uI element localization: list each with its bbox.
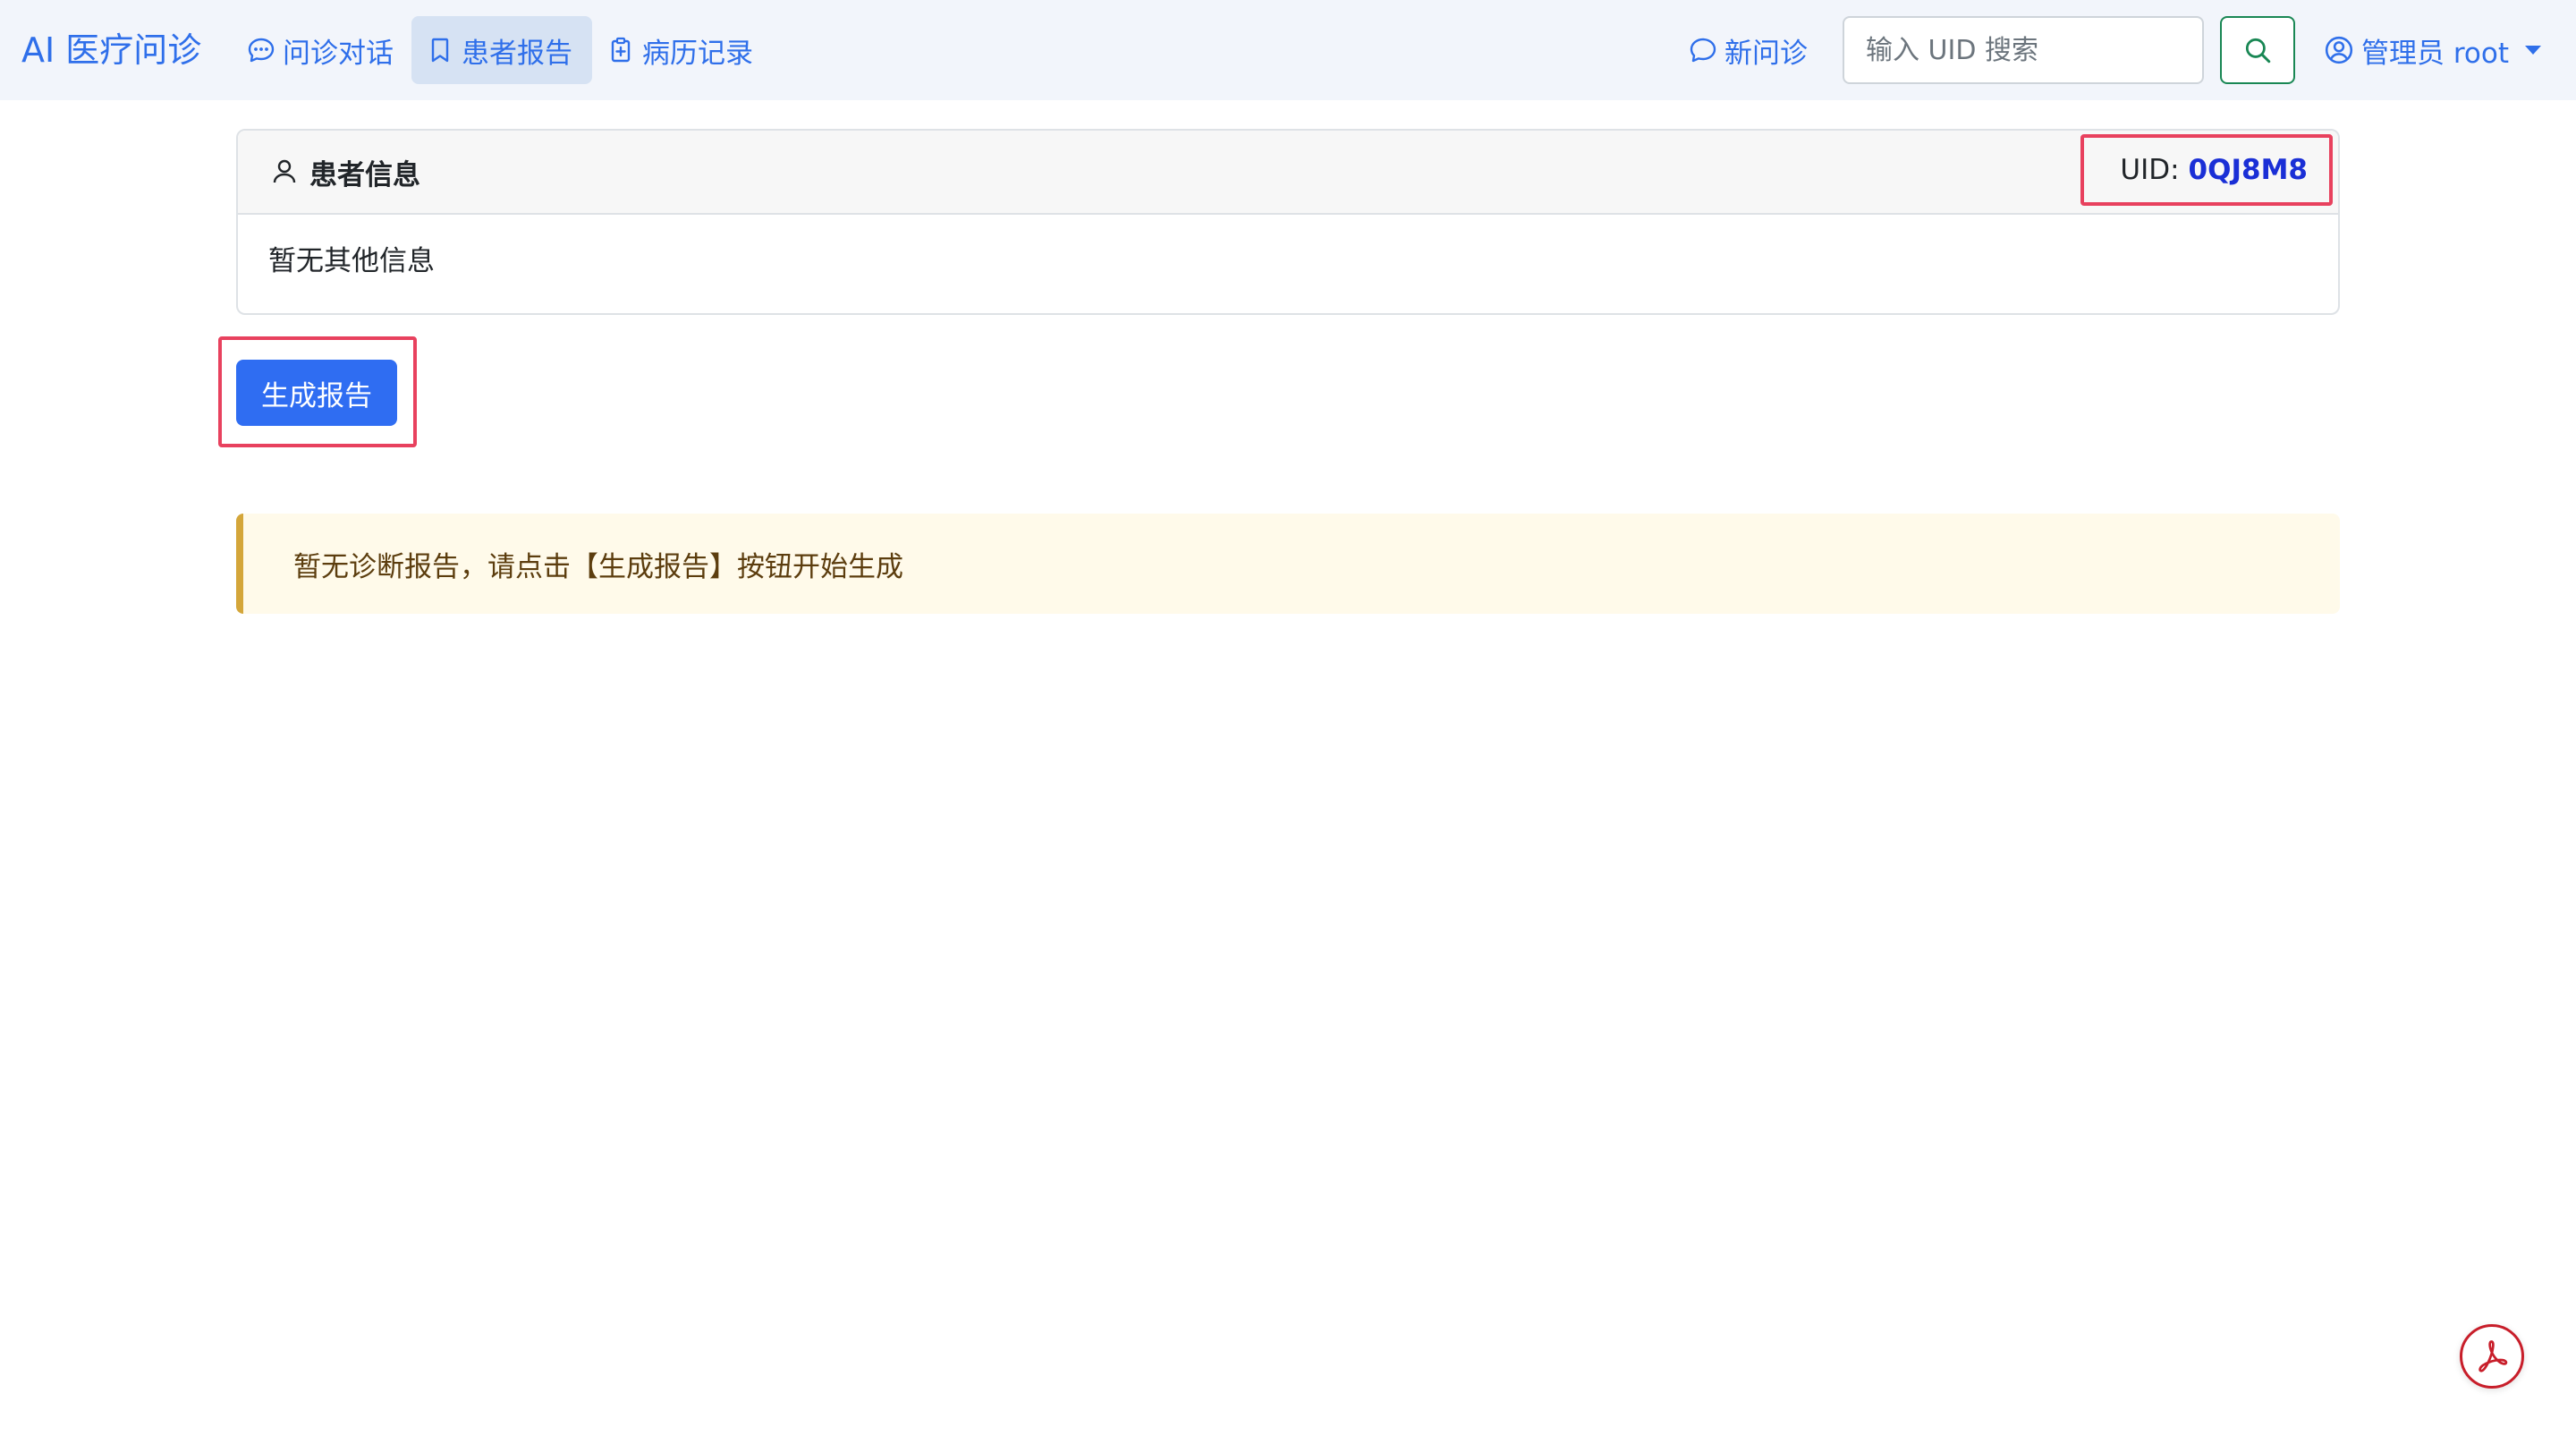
patient-card-title: 患者信息 [270, 131, 420, 213]
uid-value: 0QJ8M8 [2188, 154, 2308, 186]
user-menu-dropdown[interactable]: 管理员 root [2324, 16, 2547, 84]
chat-bubble-icon [1690, 38, 1716, 63]
no-report-alert: 暂无诊断报告，请点击【生成报告】按钮开始生成 [236, 514, 2340, 614]
search-icon [2245, 38, 2271, 64]
pdf-icon [2479, 1340, 2508, 1372]
person-icon [273, 159, 296, 183]
user-menu-label: 管理员 root [2361, 37, 2510, 70]
uid-search-input[interactable] [1843, 16, 2204, 84]
nav-link-consult-chat[interactable]: 问诊对话 [233, 16, 411, 84]
bookmark-icon [431, 38, 449, 63]
patient-card-header: 患者信息 UID: 0QJ8M8 [238, 131, 2338, 215]
patient-info-card: 患者信息 UID: 0QJ8M8 暂无其他信息 [236, 129, 2340, 315]
patient-card-title-text: 患者信息 [309, 158, 420, 191]
nav-link-patient-report[interactable]: 患者报告 [411, 16, 592, 84]
patient-card-body-text: 暂无其他信息 [268, 245, 435, 277]
nav-link-medical-records[interactable]: 病历记录 [592, 16, 771, 84]
no-report-message: 暂无诊断报告，请点击【生成报告】按钮开始生成 [293, 550, 903, 583]
generate-report-button[interactable]: 生成报告 [236, 360, 397, 426]
user-circle-icon [2325, 36, 2353, 64]
new-consult-label: 新问诊 [1724, 37, 1808, 70]
new-consult-button[interactable]: 新问诊 [1674, 16, 1818, 84]
search-button[interactable] [2220, 16, 2295, 84]
nav-link-label: 问诊对话 [283, 37, 394, 70]
uid-display: UID: 0QJ8M8 [2080, 134, 2333, 206]
chat-dots-icon [248, 38, 275, 63]
brand-logo[interactable]: AI 医疗问诊 [21, 25, 201, 75]
clipboard-plus-icon [611, 37, 631, 63]
chevron-down-icon [2525, 46, 2542, 55]
nav-link-label: 患者报告 [462, 37, 572, 70]
pdf-export-button[interactable] [2460, 1324, 2524, 1389]
uid-label: UID: [2120, 154, 2180, 186]
top-navbar: AI 医疗问诊 问诊对话 患者报告 病历记录 新问诊 输入 UID 搜索 管理员… [0, 0, 2576, 100]
nav-link-label: 病历记录 [642, 37, 753, 70]
